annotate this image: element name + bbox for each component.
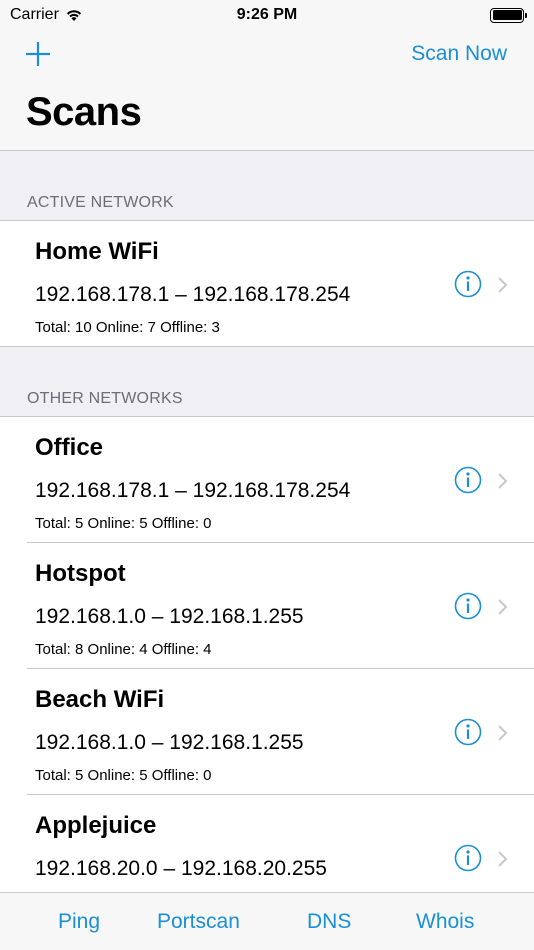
network-name: Applejuice — [35, 812, 157, 839]
network-stats: Total: 8 Online: 4 Offline: 4 — [35, 641, 212, 658]
battery-icon — [490, 7, 527, 23]
network-range: 192.168.20.0 – 192.168.20.255 — [35, 857, 327, 880]
scan-now-button[interactable]: Scan Now — [411, 42, 507, 66]
chevron-right-icon — [498, 473, 508, 489]
network-name: Office — [35, 434, 104, 461]
carrier-label: Carrier — [10, 6, 59, 23]
network-range: 192.168.178.1 – 192.168.178.254 — [35, 479, 351, 502]
tab-ping[interactable]: Ping — [58, 910, 100, 934]
network-row-home-wifi[interactable]: Home WiFi 192.168.178.1 – 192.168.178.25… — [0, 221, 534, 347]
info-icon[interactable] — [454, 592, 482, 620]
page-title: Scans — [26, 90, 142, 134]
chevron-right-icon — [498, 851, 508, 867]
network-name: Home WiFi — [35, 238, 159, 265]
network-range: 192.168.1.0 – 192.168.1.255 — [35, 731, 304, 754]
info-icon[interactable] — [454, 844, 482, 872]
scans-list[interactable]: ACTIVE NETWORK Home WiFi 192.168.178.1 –… — [0, 151, 534, 892]
network-name: Beach WiFi — [35, 686, 165, 713]
network-range: 192.168.178.1 – 192.168.178.254 — [35, 283, 351, 306]
section-header-active: ACTIVE NETWORK — [0, 151, 534, 221]
network-row-hotspot[interactable]: Hotspot 192.168.1.0 – 192.168.1.255 Tota… — [0, 543, 534, 669]
network-row-office[interactable]: Office 192.168.178.1 – 192.168.178.254 T… — [0, 417, 534, 543]
network-name: Hotspot — [35, 560, 126, 587]
info-icon[interactable] — [454, 270, 482, 298]
navigation-bar: Scan Now Scans — [0, 30, 534, 151]
chevron-right-icon — [498, 725, 508, 741]
status-bar: Carrier 9:26 PM — [0, 0, 534, 30]
tab-portscan[interactable]: Portscan — [157, 910, 240, 934]
network-stats: Total: 5 Online: 5 Offline: 0 — [35, 515, 212, 532]
tab-whois[interactable]: Whois — [416, 910, 474, 934]
chevron-right-icon — [498, 277, 508, 293]
network-row-applejuice[interactable]: Applejuice 192.168.20.0 – 192.168.20.255 — [0, 795, 534, 892]
plus-icon[interactable] — [24, 40, 52, 68]
info-icon[interactable] — [454, 466, 482, 494]
network-stats: Total: 10 Online: 7 Offline: 3 — [35, 319, 220, 336]
wifi-icon — [66, 10, 81, 21]
tab-dns[interactable]: DNS — [307, 910, 351, 934]
network-stats: Total: 5 Online: 5 Offline: 0 — [35, 767, 212, 784]
section-header-other: OTHER NETWORKS — [0, 347, 534, 417]
status-left: Carrier — [10, 6, 83, 24]
tab-bar: Ping Portscan DNS Whois — [0, 892, 534, 950]
chevron-right-icon — [498, 599, 508, 615]
info-icon[interactable] — [454, 718, 482, 746]
network-range: 192.168.1.0 – 192.168.1.255 — [35, 605, 304, 628]
network-row-beach-wifi[interactable]: Beach WiFi 192.168.1.0 – 192.168.1.255 T… — [0, 669, 534, 795]
